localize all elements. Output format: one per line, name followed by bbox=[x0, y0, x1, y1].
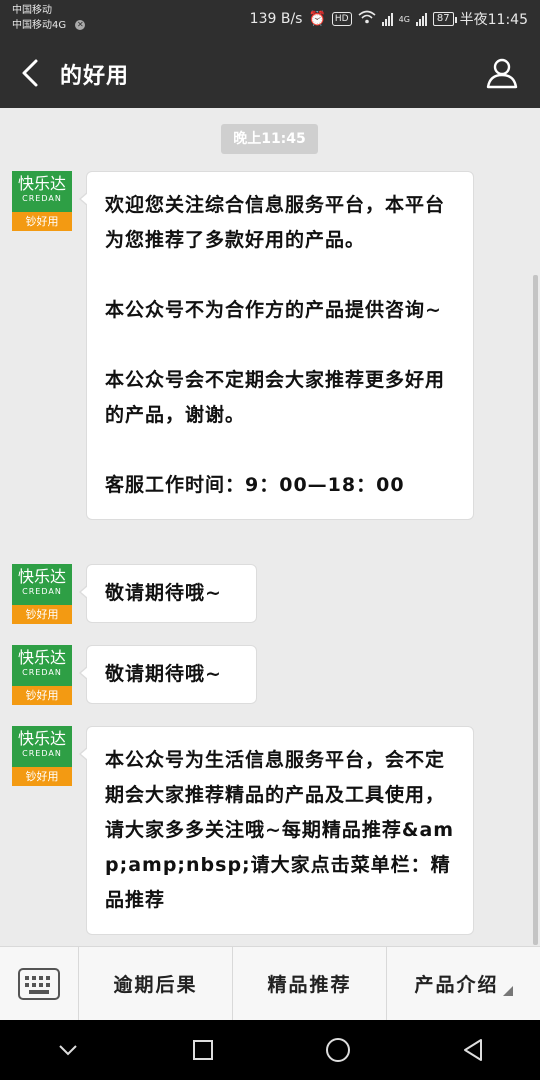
app-header: 的好用 bbox=[0, 38, 540, 108]
message-text: 本公众号会不定期会大家推荐更多好用的产品，谢谢。 bbox=[105, 369, 446, 426]
network-speed: 139 B/s bbox=[249, 11, 303, 27]
alarm-icon: ⏰ bbox=[308, 11, 326, 27]
chat-area[interactable]: 晚上11:45 快乐达 CREDAN 钞好用 欢迎您关注综合信息服务平台，本平台为… bbox=[0, 108, 540, 946]
avatar[interactable]: 快乐达 CREDAN 钞好用 bbox=[12, 564, 72, 624]
carrier-1: 中国移动 bbox=[12, 5, 52, 16]
status-time: 半夜11:45 bbox=[459, 12, 528, 28]
signal-icon-1 bbox=[381, 12, 393, 26]
message-bubble[interactable]: 本公众号为生活信息服务平台，会不定期会大家推荐精品的产品及工具使用，请大家多多关… bbox=[79, 726, 474, 935]
home-icon bbox=[325, 1038, 350, 1062]
nav-collapse-button[interactable] bbox=[38, 1020, 98, 1080]
menu-item-overdue[interactable]: 逾期后果 bbox=[79, 947, 233, 1020]
page-title: 的好用 bbox=[60, 64, 130, 89]
menu-item-featured[interactable]: 精品推荐 bbox=[233, 947, 387, 1020]
message-bubble[interactable]: 敬请期待哦~ bbox=[79, 645, 257, 704]
status-bar: 中国移动 中国移动4G ✕ 139 B/s ⏰ HD 4G 87 半夜11:45 bbox=[0, 0, 540, 38]
back-arrow-icon bbox=[22, 59, 38, 87]
message-text: 敬请期待哦~ bbox=[105, 663, 222, 685]
avatar[interactable]: 快乐达 CREDAN 钞好用 bbox=[12, 645, 72, 705]
nav-back-icon bbox=[463, 1039, 482, 1061]
avatar[interactable]: 快乐达 CREDAN 钞好用 bbox=[12, 726, 72, 786]
wifi-icon bbox=[358, 10, 376, 28]
profile-button[interactable] bbox=[482, 53, 522, 93]
message-bubble[interactable]: 欢迎您关注综合信息服务平台，本平台为您推荐了多款好用的产品。 本公众号不为合作方… bbox=[79, 171, 474, 520]
signal-icon-2 bbox=[415, 12, 427, 26]
hd-badge: HD bbox=[331, 12, 352, 26]
nav-home-button[interactable] bbox=[308, 1020, 368, 1080]
person-icon bbox=[486, 58, 518, 89]
carrier-2: 中国移动4G bbox=[12, 20, 67, 31]
message-text: 本公众号不为合作方的产品提供咨询~ bbox=[105, 299, 442, 321]
nav-recents-button[interactable] bbox=[173, 1020, 233, 1080]
system-nav-bar bbox=[0, 1020, 540, 1080]
message-text: 本公众号为生活信息服务平台，会不定期会大家推荐精品的产品及工具使用，请大家多多关… bbox=[105, 749, 455, 911]
message-bubble[interactable]: 敬请期待哦~ bbox=[79, 564, 257, 623]
menu-bar: 逾期后果 精品推荐 产品介绍 bbox=[0, 946, 540, 1020]
status-indicators: 139 B/s ⏰ HD 4G 87 半夜11:45 bbox=[250, 9, 528, 29]
battery-icon: 87 bbox=[432, 12, 457, 26]
signal-tag: 4G bbox=[398, 14, 410, 24]
nav-back-button[interactable] bbox=[443, 1020, 503, 1080]
message-text: 客服工作时间：9：00—18：00 bbox=[105, 474, 405, 496]
chat-scrollbar[interactable] bbox=[533, 275, 538, 945]
chevron-down-icon bbox=[58, 1045, 77, 1056]
message-text: 敬请期待哦~ bbox=[105, 582, 222, 604]
carrier-info: 中国移动 中国移动4G ✕ bbox=[12, 3, 86, 33]
back-button[interactable] bbox=[12, 53, 52, 93]
keyboard-icon bbox=[18, 967, 60, 1000]
battery-level: 87 bbox=[436, 13, 450, 24]
message-timestamp: 晚上11:45 bbox=[221, 124, 318, 154]
keyboard-toggle-button[interactable] bbox=[0, 947, 79, 1020]
notification-icon: ✕ bbox=[75, 20, 86, 30]
message-text: 欢迎您关注综合信息服务平台，本平台为您推荐了多款好用的产品。 bbox=[105, 194, 446, 251]
submenu-corner-icon bbox=[502, 986, 513, 996]
menu-item-products[interactable]: 产品介绍 bbox=[387, 947, 540, 1020]
recents-icon bbox=[192, 1040, 213, 1060]
avatar[interactable]: 快乐达 CREDAN 钞好用 bbox=[12, 171, 72, 231]
